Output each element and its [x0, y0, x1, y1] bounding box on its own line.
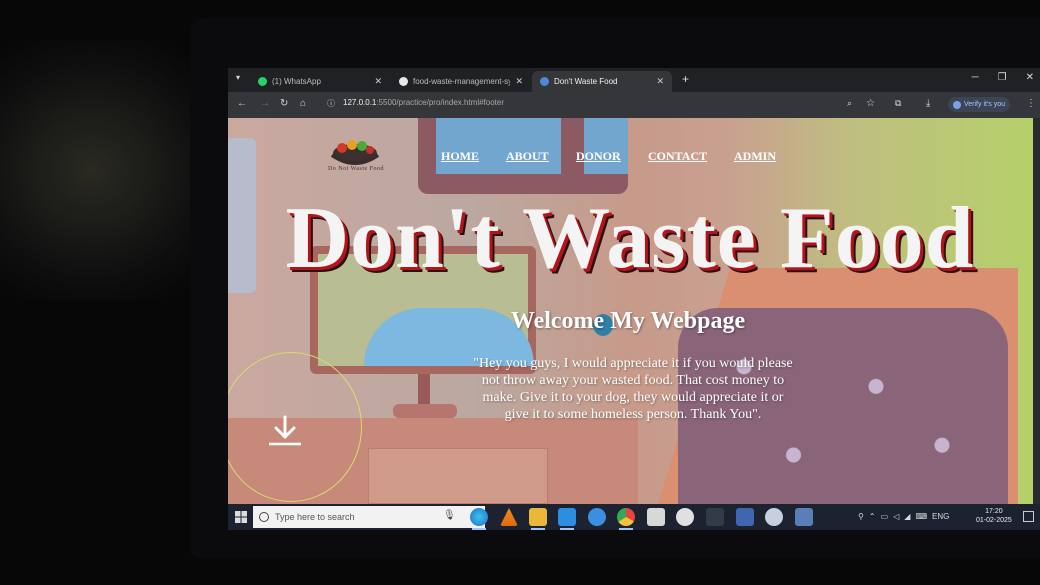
page-viewport: Do Not Waste Food HOME ABOUT DONOR CONTA…	[228, 118, 1033, 504]
keyboard-icon[interactable]: ⌨	[915, 512, 927, 521]
welcome-heading: Welcome My Webpage	[510, 308, 746, 334]
language-indicator[interactable]: ENG	[932, 512, 949, 521]
page-scrollbar[interactable]	[1033, 118, 1040, 504]
download-arrow-icon[interactable]	[266, 414, 304, 448]
windows-start-icon[interactable]	[235, 511, 247, 523]
reload-icon[interactable]: ↻	[280, 98, 288, 109]
whatsapp-icon	[258, 77, 267, 86]
bookmark-star-icon[interactable]: ☆	[866, 98, 875, 109]
app-icon[interactable]	[706, 508, 724, 526]
minimize-icon[interactable]: ─	[972, 72, 979, 83]
github-icon	[399, 77, 408, 86]
profile-verify-button[interactable]: Verify it's you	[948, 97, 1011, 112]
taskbar-clock[interactable]: 17:20 01-02-2025	[976, 507, 1012, 525]
download-icon[interactable]: ⤓	[926, 98, 930, 109]
address-bar[interactable]: 127.0.0.1:5500/practice/pro/index.html#f…	[343, 98, 504, 107]
github-desktop-icon[interactable]	[676, 508, 694, 526]
wifi-icon[interactable]: ◢	[904, 512, 910, 521]
nav-admin-link[interactable]: ADMIN	[734, 149, 776, 164]
site-icon	[540, 77, 549, 86]
vlc-icon[interactable]	[500, 508, 518, 526]
edge-icon[interactable]	[470, 508, 488, 530]
zoom-icon[interactable]: ⌕	[847, 98, 852, 109]
extensions-icon[interactable]: ⧉	[895, 98, 901, 109]
tab-dont-waste-food[interactable]: Don't Waste Food ✕	[532, 71, 672, 92]
browser-toolbar: ← → ↻ ⌂ ⓘ 127.0.0.1:5500/practice/pro/in…	[228, 92, 1040, 118]
welcome-message: "Hey you guys, I would appreciate it if …	[473, 356, 793, 422]
volume-icon[interactable]: ◁	[893, 512, 899, 521]
hero-title: Don't Waste Food	[285, 190, 975, 287]
tab-label: (1) WhatsApp	[272, 77, 321, 86]
close-icon[interactable]: ✕	[656, 76, 664, 87]
nav-contact-link[interactable]: CONTACT	[648, 149, 707, 164]
url-path: :5500/practice/pro/index.html#footer	[376, 98, 505, 107]
chevron-up-icon[interactable]: ⌃	[869, 512, 876, 521]
forward-arrow-icon[interactable]: →	[260, 98, 270, 109]
tab-whatsapp[interactable]: (1) WhatsApp ✕	[250, 71, 390, 92]
search-placeholder: Type here to search	[275, 512, 355, 522]
windows-taskbar: Type here to search 🎙 ⚲ ⌃ ▭ ◁ ◢ ⌨ ENG 17…	[228, 504, 1040, 530]
nav-about-link[interactable]: ABOUT	[506, 149, 549, 164]
menu-kebab-icon[interactable]: ⋮	[1026, 98, 1036, 109]
microphone-icon[interactable]: 🎙	[443, 510, 456, 521]
window-controls: ─ ❐ ✕	[972, 72, 1034, 83]
home-icon[interactable]: ⌂	[300, 98, 306, 109]
tab-github-repo[interactable]: food-waste-management-sys ✕	[391, 71, 531, 92]
app-icon[interactable]	[765, 508, 783, 526]
verify-label: Verify it's you	[964, 101, 1006, 108]
vscode-icon[interactable]	[558, 508, 576, 530]
background-monitor-stand	[418, 374, 430, 406]
store-icon[interactable]	[647, 508, 665, 526]
close-icon[interactable]: ✕	[374, 76, 382, 87]
nav-donor-link[interactable]: DONOR	[576, 149, 621, 164]
browser-tab-bar: ▾ (1) WhatsApp ✕ food-waste-management-s…	[228, 68, 1040, 92]
tab-label: food-waste-management-sys	[413, 77, 511, 86]
chrome-icon[interactable]	[617, 508, 635, 530]
file-explorer-icon[interactable]	[529, 508, 547, 530]
people-icon[interactable]: ⚲	[858, 512, 864, 521]
search-icon	[259, 512, 269, 522]
close-window-icon[interactable]: ✕	[1026, 72, 1034, 83]
notifications-icon[interactable]	[1023, 511, 1034, 522]
logo-text: Do Not Waste Food	[327, 166, 385, 172]
laptop-screen: ▾ (1) WhatsApp ✕ food-waste-management-s…	[228, 68, 1040, 530]
app-icon[interactable]	[795, 508, 813, 526]
background-window-pane	[584, 118, 628, 174]
background-monitor-base	[393, 404, 457, 418]
tab-search-chevron-icon[interactable]: ▾	[236, 73, 240, 82]
nav-home-link[interactable]: HOME	[441, 149, 479, 164]
back-arrow-icon[interactable]: ←	[237, 98, 247, 109]
new-tab-button[interactable]: +	[682, 72, 689, 86]
profile-avatar	[953, 100, 961, 109]
tab-label: Don't Waste Food	[554, 77, 618, 86]
background-drawer	[368, 448, 548, 504]
url-host: 127.0.0.1	[343, 98, 377, 107]
clock-time: 17:20	[985, 508, 1003, 515]
system-tray: ⚲ ⌃ ▭ ◁ ◢ ⌨ ENG	[858, 512, 949, 521]
site-info-icon[interactable]: ⓘ	[327, 98, 335, 109]
background-window-pane	[436, 118, 561, 174]
clock-date: 01-02-2025	[976, 517, 1012, 524]
app-icon[interactable]	[736, 508, 754, 526]
internet-explorer-icon[interactable]	[588, 508, 606, 526]
restore-icon[interactable]: ❐	[998, 72, 1007, 83]
close-icon[interactable]: ✕	[515, 76, 523, 87]
battery-icon[interactable]: ▭	[881, 512, 889, 521]
